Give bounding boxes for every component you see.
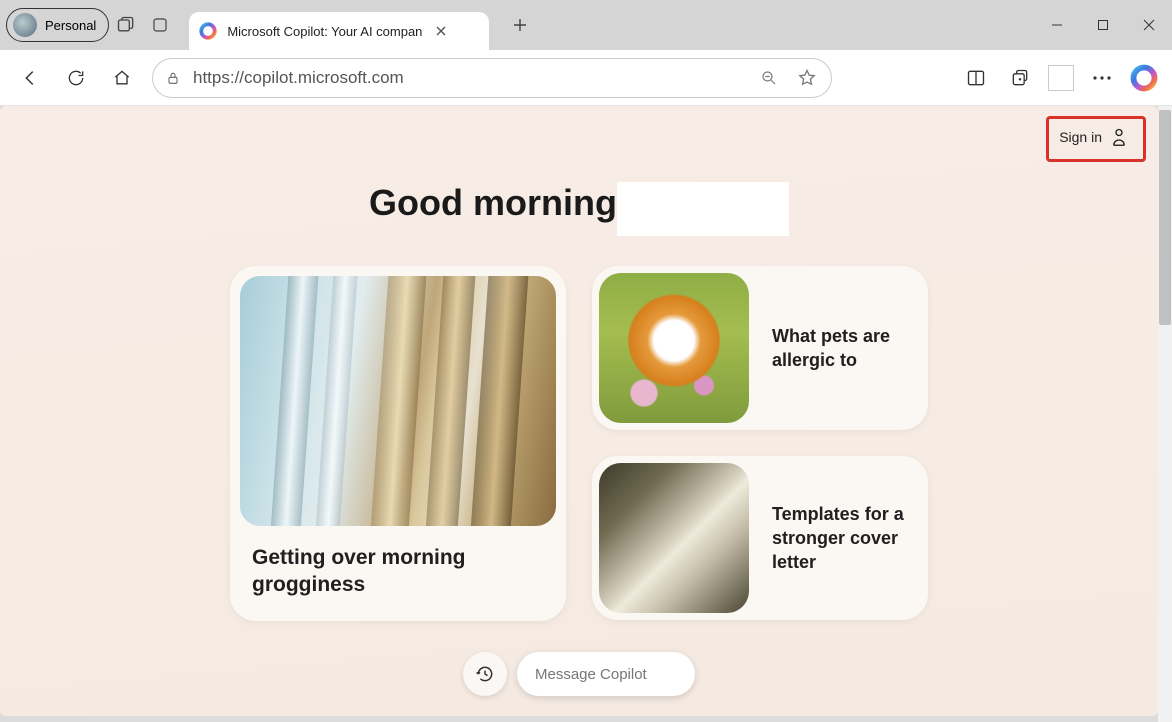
profile-label: Personal (45, 18, 96, 33)
page-viewport: Sign in Good morning Getting over mornin… (0, 106, 1172, 722)
card-title: What pets are allergic to (772, 324, 910, 373)
home-button[interactable] (106, 62, 138, 94)
browser-tab-active[interactable]: Microsoft Copilot: Your AI compan (189, 12, 489, 50)
tab-actions-button[interactable] (143, 8, 177, 42)
window-close-button[interactable] (1126, 0, 1172, 50)
url-input[interactable] (193, 68, 745, 88)
favorite-star-icon[interactable] (793, 64, 821, 92)
person-icon (1110, 126, 1128, 148)
extension-placeholder[interactable] (1048, 65, 1074, 91)
site-info-lock-icon[interactable] (163, 70, 183, 86)
sign-in-button[interactable]: Sign in (1049, 118, 1138, 156)
tab-close-button[interactable] (432, 22, 450, 40)
card-title: Getting over morning grogginess (252, 544, 546, 599)
copilot-sidebar-button[interactable] (1130, 64, 1158, 92)
address-bar[interactable] (152, 58, 832, 98)
message-input[interactable]: Message Copilot (517, 652, 695, 696)
history-icon (475, 664, 495, 684)
window-maximize-button[interactable] (1080, 0, 1126, 50)
greeting-name-redacted (617, 182, 789, 236)
scrollbar-thumb[interactable] (1159, 110, 1171, 325)
suggestion-card-large[interactable]: Getting over morning grogginess (230, 266, 566, 621)
split-screen-button[interactable] (960, 62, 992, 94)
refresh-button[interactable] (60, 62, 92, 94)
settings-more-button[interactable] (1086, 62, 1118, 94)
workspaces-button[interactable] (109, 8, 143, 42)
suggestion-card-pets[interactable]: What pets are allergic to (592, 266, 928, 430)
window-controls (1034, 0, 1172, 50)
sign-in-label: Sign in (1059, 129, 1102, 145)
card-image-corgi (599, 273, 749, 423)
message-bar: Message Copilot (463, 652, 695, 696)
history-button[interactable] (463, 652, 507, 696)
copilot-page: Sign in Good morning Getting over mornin… (0, 106, 1158, 716)
tab-favicon-copilot-icon (199, 22, 217, 40)
card-image-desk (599, 463, 749, 613)
collections-button[interactable] (1004, 62, 1036, 94)
zoom-out-icon[interactable] (755, 64, 783, 92)
profile-avatar-icon (13, 13, 37, 37)
message-placeholder: Message Copilot (535, 666, 647, 683)
suggestion-card-cover-letter[interactable]: Templates for a stronger cover letter (592, 456, 928, 620)
profile-switcher[interactable]: Personal (6, 8, 109, 42)
vertical-scrollbar[interactable] (1158, 106, 1172, 722)
greeting-text: Good morning (369, 182, 617, 224)
browser-toolbar (0, 50, 1172, 106)
new-tab-button[interactable] (503, 8, 537, 42)
card-title: Templates for a stronger cover letter (772, 502, 910, 575)
tab-title: Microsoft Copilot: Your AI compan (227, 24, 422, 39)
card-image-curtains (240, 276, 556, 526)
browser-titlebar: Personal Microsoft Copilot: Your AI comp… (0, 0, 1172, 50)
back-button[interactable] (14, 62, 46, 94)
window-minimize-button[interactable] (1034, 0, 1080, 50)
